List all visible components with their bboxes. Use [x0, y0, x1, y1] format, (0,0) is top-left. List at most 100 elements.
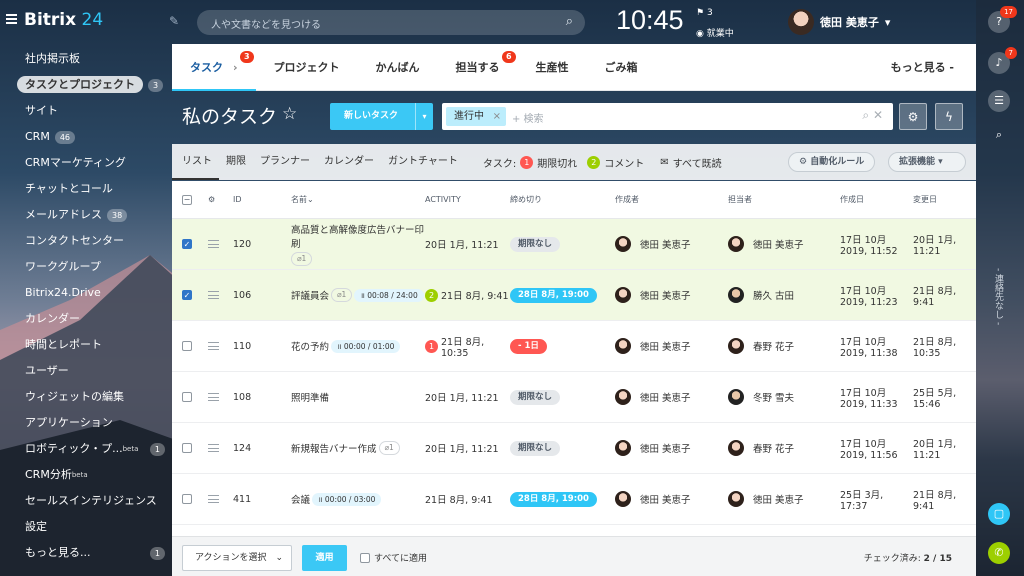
col-id[interactable]: ID: [233, 195, 291, 204]
edit-icon[interactable]: ✎: [169, 14, 179, 28]
search-icon[interactable]: ⌕: [988, 124, 1010, 146]
sidebar-item[interactable]: CRMマーケティング: [0, 150, 172, 176]
deadline-badge[interactable]: 期限なし: [510, 389, 561, 405]
sidebar-item[interactable]: 時間とレポート: [0, 332, 172, 358]
sidebar-item[interactable]: Bitrix24.Drive: [0, 280, 172, 306]
overdue-count[interactable]: 1: [520, 155, 534, 169]
phone-icon[interactable]: ✆: [988, 542, 1010, 564]
activity-badge[interactable]: 1: [425, 339, 438, 353]
sidebar-item[interactable]: タスクとプロジェクト 3: [0, 72, 172, 98]
task-name[interactable]: 花の予約: [291, 339, 329, 353]
sidebar-item[interactable]: CRM分析beta: [0, 462, 172, 488]
apply-button[interactable]: 適用: [302, 545, 347, 571]
table-row[interactable]: 411 会議 ॥ 00:00 / 03:00 21日 8月, 9:41 28日 …: [172, 474, 976, 525]
sidebar-item[interactable]: コンタクトセンター: [0, 228, 172, 254]
timer[interactable]: ॥ 00:00 / 03:00: [312, 492, 382, 506]
new-task-button[interactable]: 新しいタスク ▾: [330, 103, 433, 130]
responsible-name[interactable]: 勝久 古田: [753, 288, 794, 302]
view-tab[interactable]: 期限: [219, 144, 253, 180]
comment-count[interactable]: 2: [587, 155, 601, 169]
view-tab[interactable]: ガントチャート: [381, 144, 465, 180]
chat-icon[interactable]: ☰: [988, 90, 1010, 112]
star-icon[interactable]: ☆: [282, 104, 297, 124]
view-tab[interactable]: プランナー: [253, 144, 317, 180]
gear-icon[interactable]: ⚙: [899, 103, 927, 130]
sidebar-item[interactable]: カレンダー: [0, 306, 172, 332]
automation-button[interactable]: ⚙ 自動化ルール: [788, 152, 876, 172]
task-name[interactable]: 新規報告バナー作成: [291, 441, 377, 455]
responsible-name[interactable]: 徳田 美恵子: [753, 237, 804, 251]
col-activity[interactable]: ACTIVITY: [425, 195, 510, 204]
comment-label[interactable]: コメント: [604, 155, 644, 170]
row-checkbox[interactable]: [182, 341, 192, 351]
task-name[interactable]: 高品質と高解像度広告バナー印刷: [291, 222, 425, 250]
creator-name[interactable]: 徳田 美恵子: [640, 288, 691, 302]
tab-item[interactable]: タスク 3 ›: [172, 44, 256, 91]
view-tab[interactable]: リスト: [172, 144, 219, 180]
attachment-count[interactable]: ⌀1: [331, 288, 353, 302]
sidebar-item[interactable]: ユーザー: [0, 358, 172, 384]
activity-badge[interactable]: 2: [425, 288, 438, 302]
gear-icon[interactable]: ⚙: [208, 195, 233, 204]
sidebar-item[interactable]: サイト: [0, 98, 172, 124]
sidebar-item[interactable]: ワークグループ: [0, 254, 172, 280]
timer[interactable]: ॥ 00:08 / 24:00: [354, 288, 424, 302]
close-icon[interactable]: ×: [493, 107, 501, 126]
row-checkbox[interactable]: [182, 392, 192, 402]
deadline-badge[interactable]: 期限なし: [510, 440, 561, 456]
row-checkbox[interactable]: ✓: [182, 239, 192, 249]
responsible-name[interactable]: 徳田 美恵子: [753, 492, 804, 506]
deadline-badge[interactable]: - 1日: [510, 338, 547, 354]
tab-item[interactable]: 担当する 6: [438, 44, 518, 91]
clock[interactable]: 10:45: [616, 5, 684, 36]
sidebar-item[interactable]: メールアドレス 38: [0, 202, 172, 228]
table-row[interactable]: ✓ 106 評議員会 ⌀1 ॥ 00:08 / 24:00 2 21日 8月, …: [172, 270, 976, 321]
chevron-down-icon[interactable]: ▾: [415, 103, 433, 130]
search-icon[interactable]: ⌕: [862, 108, 869, 122]
col-name[interactable]: 名前 ⌄: [291, 194, 425, 205]
logo[interactable]: Bitrix 24: [24, 10, 103, 30]
creator-name[interactable]: 徳田 美恵子: [640, 390, 691, 404]
apply-all-checkbox[interactable]: [360, 552, 370, 563]
search-icon[interactable]: ⌕: [566, 14, 573, 29]
work-status[interactable]: ◉ 就業中: [696, 26, 734, 39]
apply-all-toggle[interactable]: すべてに適用: [360, 551, 427, 564]
tab-item[interactable]: 生産性: [518, 44, 587, 91]
sidebar-item[interactable]: ウィジェットの編集: [0, 384, 172, 410]
table-row[interactable]: 108 照明準備 20日 1月, 11:21 期限なし 徳田 美恵子 冬野 雪夫…: [172, 372, 976, 423]
tab-item[interactable]: ごみ箱: [587, 44, 656, 91]
creator-name[interactable]: 徳田 美恵子: [640, 492, 691, 506]
sidebar-item[interactable]: 社内掲示板: [0, 46, 172, 72]
responsible-name[interactable]: 春野 花子: [753, 441, 794, 455]
close-icon[interactable]: ✕: [873, 108, 883, 122]
sidebar-item[interactable]: アプリケーション: [0, 410, 172, 436]
drag-handle-icon[interactable]: [208, 240, 219, 248]
sidebar-item[interactable]: 設定: [0, 514, 172, 540]
lightning-icon[interactable]: ϟ: [935, 103, 963, 130]
view-tab[interactable]: カレンダー: [317, 144, 381, 180]
col-responsible[interactable]: 担当者: [728, 194, 840, 205]
tab-more[interactable]: もっと見る -: [891, 59, 976, 75]
search-input[interactable]: 人や文書などを見つける ⌕: [197, 10, 585, 35]
row-checkbox[interactable]: [182, 443, 192, 453]
drag-handle-icon[interactable]: [208, 495, 219, 503]
deadline-badge[interactable]: 28日 8月, 19:00: [510, 287, 597, 303]
overdue-label[interactable]: 期限切れ: [537, 155, 577, 170]
col-created[interactable]: 作成日: [840, 194, 913, 205]
help-icon[interactable]: ? 17: [988, 6, 1017, 33]
action-select[interactable]: アクションを選択 ⌄: [182, 545, 292, 571]
deadline-badge[interactable]: 期限なし: [510, 236, 561, 252]
sidebar-item[interactable]: ロボティック・プ...beta 1: [0, 436, 172, 462]
timer[interactable]: ॥ 00:00 / 01:00: [331, 339, 401, 353]
sidebar-item[interactable]: チャットとコール: [0, 176, 172, 202]
drag-handle-icon[interactable]: [208, 342, 219, 350]
user-menu[interactable]: 徳田 美恵子 ▾: [788, 9, 890, 35]
attachment-count[interactable]: ⌀1: [378, 441, 400, 455]
responsible-name[interactable]: 冬野 雪夫: [753, 390, 794, 404]
attachment-count[interactable]: ⌀1: [291, 252, 313, 266]
table-row[interactable]: 110 花の予約 ॥ 00:00 / 01:00 1 21日 8月, 10:35…: [172, 321, 976, 372]
table-row[interactable]: ✓ 120 高品質と高解像度広告バナー印刷 ⌀1 20日 1月, 11:21 期…: [172, 219, 976, 270]
col-deadline[interactable]: 締め切り: [510, 194, 615, 205]
drag-handle-icon[interactable]: [208, 291, 219, 299]
sidebar-item[interactable]: もっと見る... 1: [0, 540, 172, 566]
